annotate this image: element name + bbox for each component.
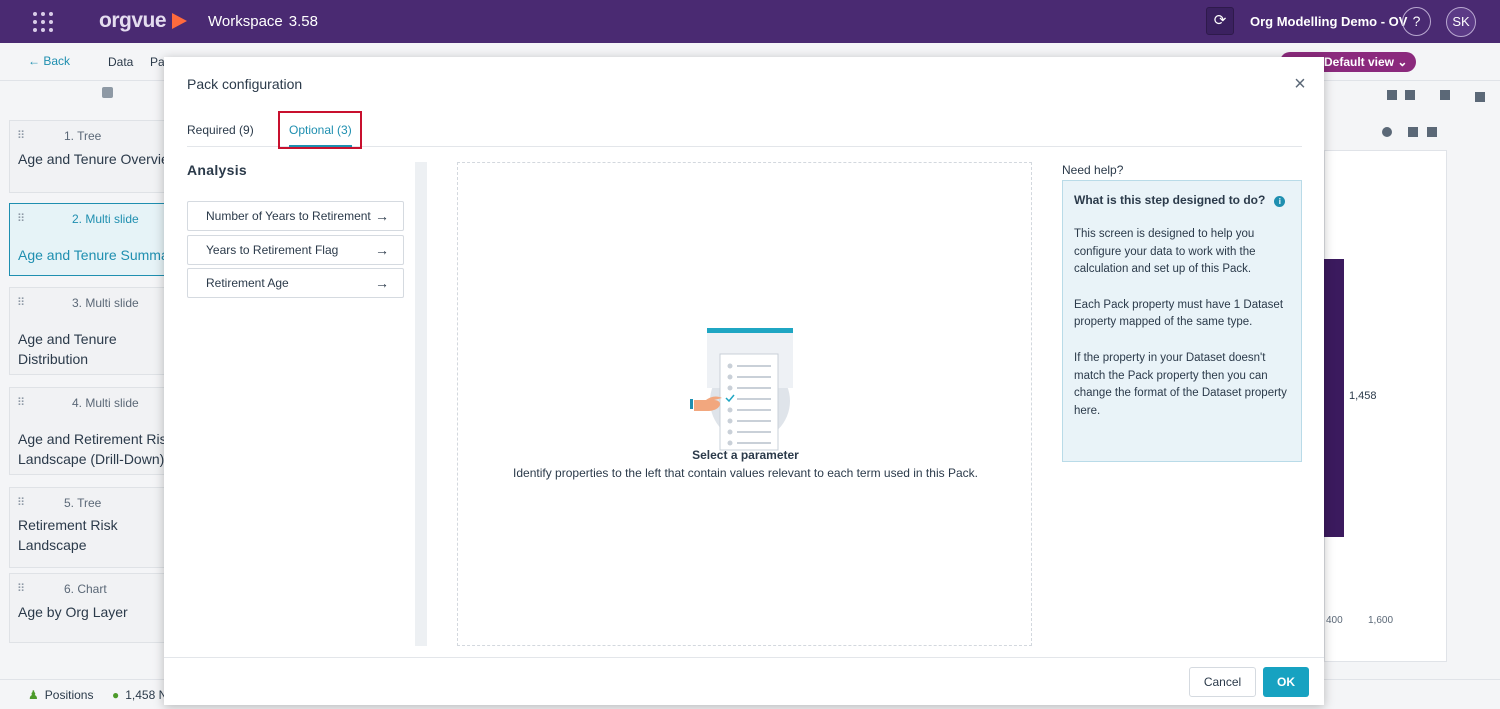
parameter-mapping-area: Select a parameter Identify properties t… <box>457 162 1032 646</box>
dialog-title: Pack configuration <box>187 76 303 92</box>
slide-card-active[interactable]: ⠿ 2. Multi slide Age and Tenure Summa <box>9 203 169 276</box>
background-chart-bar <box>1324 259 1344 537</box>
nodes-icon: ● <box>112 688 120 702</box>
background-chart-tick: 1,600 <box>1368 615 1394 626</box>
slide-type: 2. Multi slide <box>72 212 139 226</box>
comment-icon[interactable] <box>1427 127 1437 137</box>
slide-type: 3. Multi slide <box>72 296 139 310</box>
filter-icon[interactable] <box>1408 127 1418 137</box>
parameter-button-retirement-flag[interactable]: Years to Retirement Flag → <box>187 235 404 265</box>
org-name[interactable]: Org Modelling Demo - OV <box>1250 14 1407 29</box>
workspace-version: 3.58 <box>288 13 318 30</box>
list-scrollbar[interactable] <box>415 162 427 646</box>
avatar[interactable]: SK <box>1446 7 1476 37</box>
pa-menu[interactable]: Pa <box>150 55 165 69</box>
palette-icon[interactable] <box>1382 127 1392 137</box>
help-heading: What is this step designed to do? i <box>1074 193 1290 207</box>
slide-type: 4. Multi slide <box>72 396 139 410</box>
slide-card[interactable]: ⠿ 3. Multi slide Age and Tenure Distribu… <box>9 287 166 375</box>
empty-state-subtitle: Identify properties to the left that con… <box>513 466 978 480</box>
drag-handle-icon[interactable]: ⠿ <box>17 212 25 225</box>
footer-divider <box>164 657 1324 658</box>
slide-title-line-2: Distribution <box>18 351 89 367</box>
slide-title-line-2: Landscape <box>18 537 87 553</box>
help-heading-text: What is this step designed to do? <box>1074 193 1266 207</box>
drag-handle-icon[interactable]: ⠿ <box>17 296 25 309</box>
data-menu[interactable]: Data <box>108 55 133 69</box>
storyboard-panel: ⠿ 1. Tree Age and Tenure Overvie ⠿ 2. Mu… <box>0 81 169 681</box>
help-paragraph: Each Pack property must have 1 Dataset p… <box>1074 298 1284 329</box>
parameter-button-retirement-age[interactable]: Retirement Age → <box>187 268 404 298</box>
person-icon: ♟ <box>28 688 39 702</box>
tab-required[interactable]: Required (9) <box>187 123 254 137</box>
parameter-label: Years to Retirement Flag <box>206 243 339 257</box>
help-paragraph: If the property in your Dataset doesn't … <box>1074 351 1287 417</box>
slide-title-line-1: Age and Tenure <box>18 331 117 347</box>
app-grid-icon[interactable] <box>33 12 53 32</box>
arrow-right-icon: → <box>375 208 389 224</box>
panel-icon[interactable] <box>1475 92 1485 102</box>
help-panel: What is this step designed to do? i This … <box>1062 180 1302 462</box>
slide-type: 6. Chart <box>64 582 107 596</box>
pack-configuration-dialog: Pack configuration × Required (9) Option… <box>164 57 1324 705</box>
slide-title-line-1: Retirement Risk <box>18 517 118 533</box>
cancel-button[interactable]: Cancel <box>1189 667 1256 697</box>
help-button[interactable]: ? <box>1402 7 1431 36</box>
slide-type: 1. Tree <box>64 129 102 143</box>
slide-card[interactable]: ⠿ 4. Multi slide Age and Retirement Ris … <box>9 387 167 475</box>
drag-handle-icon[interactable]: ⠿ <box>17 582 25 595</box>
positions-label[interactable]: ♟ Positions <box>28 688 93 702</box>
logo-mark-icon <box>172 13 187 29</box>
export-icon[interactable] <box>1440 90 1450 100</box>
arrow-right-icon: → <box>375 275 389 291</box>
dialog-tabs: Required (9) Optional (3) <box>187 111 1302 149</box>
app-logo: orgvue <box>99 9 167 32</box>
slide-card[interactable]: ⠿ 6. Chart Age by Org Layer <box>9 573 166 643</box>
top-bar: orgvue Workspace 3.58 ⟳ Org Modelling Dem… <box>0 0 1500 43</box>
parameter-label: Number of Years to Retirement <box>206 209 371 223</box>
workspace-label: Workspace <box>208 13 283 30</box>
help-paragraph: This screen is designed to help you conf… <box>1074 228 1256 276</box>
parameter-label: Retirement Age <box>206 276 289 290</box>
slide-type: 5. Tree <box>64 496 102 510</box>
workspace-title: Workspace 3.58 <box>208 13 318 30</box>
positions-text: Positions <box>44 688 94 702</box>
empty-state-title: Select a parameter <box>692 448 799 462</box>
close-icon[interactable]: × <box>1290 74 1310 94</box>
slide-title-line-2: Landscape (Drill-Down) <box>18 451 165 467</box>
add-slide-icon[interactable] <box>102 87 113 98</box>
drag-handle-icon[interactable]: ⠿ <box>17 396 25 409</box>
info-icon[interactable]: i <box>1274 196 1286 207</box>
background-chart-tick: 400 <box>1326 615 1343 626</box>
view-selector-label: Default view <box>1324 55 1395 69</box>
filter-icon[interactable] <box>1387 90 1397 100</box>
tab-optional[interactable]: Optional (3) <box>289 123 352 147</box>
slide-card[interactable]: ⠿ 1. Tree Age and Tenure Overvie <box>9 120 169 193</box>
parameter-button-years-to-retirement[interactable]: Number of Years to Retirement → <box>187 201 404 231</box>
need-help-label: Need help? <box>1062 163 1124 177</box>
slide-title: Age and Tenure Overvie <box>18 151 169 167</box>
drag-handle-icon[interactable]: ⠿ <box>17 496 25 509</box>
slide-title: Age by Org Layer <box>18 604 128 620</box>
slide-title-line-1: Age and Retirement Ris <box>18 431 167 447</box>
select-parameter-illustration-icon <box>690 328 793 451</box>
arrow-right-icon: → <box>375 242 389 258</box>
background-chart-value: 1,458 <box>1349 390 1377 402</box>
ok-button[interactable]: OK <box>1263 667 1309 697</box>
drag-handle-icon[interactable]: ⠿ <box>17 129 25 142</box>
refresh-icon[interactable]: ⟳ <box>1206 7 1234 35</box>
back-link[interactable]: ← Back <box>28 54 70 68</box>
analysis-heading: Analysis <box>187 162 247 178</box>
slide-card[interactable]: ⠿ 5. Tree Retirement Risk Landscape <box>9 487 166 568</box>
slide-title: Age and Tenure Summa <box>18 247 169 263</box>
comment-icon[interactable] <box>1405 90 1415 100</box>
